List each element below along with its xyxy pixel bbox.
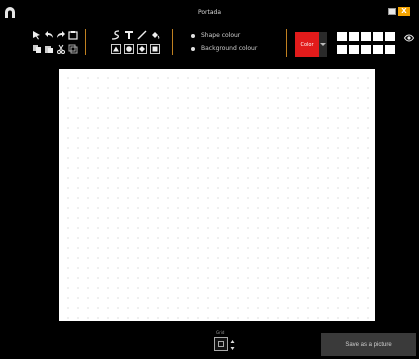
circle-shape-icon[interactable]	[124, 44, 134, 54]
select-arrow-icon[interactable]	[32, 30, 42, 40]
drawing-canvas[interactable]	[59, 69, 375, 321]
text-icon[interactable]	[124, 30, 134, 40]
duplicate-icon[interactable]	[68, 44, 78, 54]
diamond-shape-icon[interactable]	[137, 44, 147, 54]
color-swatch[interactable]	[373, 32, 383, 41]
color-picker-button[interactable]: Color	[295, 32, 319, 57]
radio-dot-icon	[191, 33, 195, 38]
fill-icon[interactable]	[150, 30, 160, 40]
eye-icon[interactable]	[404, 34, 414, 42]
grid-size-stepper[interactable]	[230, 339, 235, 351]
grid-label: Grid	[216, 330, 225, 335]
color-swatch[interactable]	[373, 45, 383, 54]
shape-colour-label: Shape colour	[201, 32, 241, 39]
line-icon[interactable]	[137, 30, 147, 40]
radio-dot-icon	[191, 46, 195, 51]
minimize-button[interactable]	[388, 8, 396, 15]
square-shape-icon[interactable]	[150, 44, 160, 54]
background-colour-label: Background colour	[201, 45, 258, 52]
shape-colour-option[interactable]: Shape colour	[191, 32, 240, 39]
color-swatch[interactable]	[337, 32, 347, 41]
color-picker-label: Color	[300, 41, 314, 48]
background-colour-option[interactable]: Background colour	[191, 45, 257, 52]
color-swatch[interactable]	[385, 32, 395, 41]
cut-icon[interactable]	[56, 44, 66, 54]
redo-icon[interactable]	[56, 30, 66, 40]
toolbar-separator	[172, 29, 173, 55]
close-button[interactable]: X	[398, 7, 410, 16]
chevron-down-icon	[320, 43, 326, 46]
window-title: Portada	[197, 9, 222, 16]
paste-icon[interactable]	[44, 44, 54, 54]
color-dropdown-button[interactable]	[319, 32, 327, 57]
color-swatch[interactable]	[385, 45, 395, 54]
image-icon[interactable]	[68, 30, 78, 40]
color-swatch[interactable]	[349, 32, 359, 41]
color-swatch[interactable]	[361, 45, 371, 54]
triangle-shape-icon[interactable]	[111, 44, 121, 54]
save-as-picture-button[interactable]: Save as a picture	[321, 333, 416, 356]
copy-icon[interactable]	[32, 44, 42, 54]
color-swatch[interactable]	[361, 32, 371, 41]
undo-icon[interactable]	[44, 30, 54, 40]
toolbar-separator	[286, 29, 287, 57]
color-swatch[interactable]	[337, 45, 347, 54]
color-swatch[interactable]	[349, 45, 359, 54]
grid-toggle-icon[interactable]	[214, 337, 228, 351]
freehand-icon[interactable]	[111, 30, 121, 40]
toolbar-separator	[85, 29, 86, 55]
